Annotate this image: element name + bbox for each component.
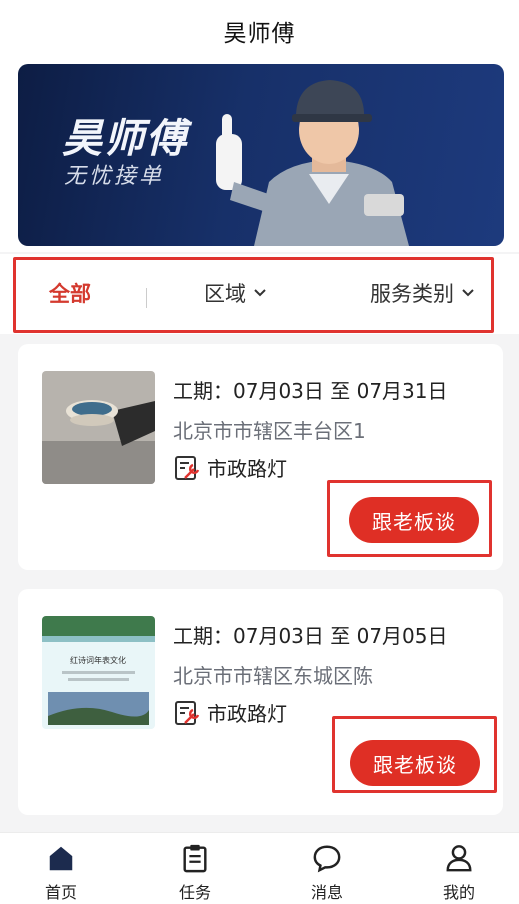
tab-home[interactable]: 首页 [26, 843, 96, 903]
order-card[interactable]: 工期：07月03日 至 07月31日 北京市市辖区丰台区1 市政路灯 跟老板谈 [18, 344, 503, 570]
banner-section: 昊师傅 无忧接单 [0, 62, 519, 252]
wrench-document-icon [175, 455, 200, 480]
order-address: 北京市市辖区东城区陈 [173, 664, 373, 688]
thumbnail-doc-heading: 红诗词年表文化 [70, 655, 126, 665]
order-category: 市政路灯 [173, 698, 287, 727]
bottom-tab-bar: 首页 任务 消息 我的 [0, 832, 519, 904]
filter-service-dropdown[interactable]: 服务类别 [370, 278, 474, 308]
order-address: 北京市市辖区丰台区1 [173, 419, 366, 443]
filter-all-tab[interactable]: 全部 [49, 278, 91, 308]
tab-mine[interactable]: 我的 [424, 843, 494, 903]
tab-tasks[interactable]: 任务 [160, 843, 230, 903]
chat-icon [313, 845, 341, 873]
tab-home-label: 首页 [44, 883, 77, 902]
order-category: 市政路灯 [173, 453, 287, 482]
user-icon [446, 845, 472, 872]
order-category-label: 市政路灯 [207, 702, 287, 726]
filter-service-label: 服务类别 [370, 282, 454, 306]
order-period: 工期：07月03日 至 07月31日 [173, 379, 448, 403]
page-header: 昊师傅 [0, 0, 519, 62]
filter-bar: 全部 区域 服务类别 [0, 254, 519, 334]
filter-region-label: 区域 [204, 282, 246, 306]
banner-title: 昊师傅 [62, 116, 188, 162]
tab-messages[interactable]: 消息 [292, 843, 362, 903]
order-thumbnail: 红诗词年表文化 [42, 616, 155, 729]
tab-messages-label: 消息 [310, 883, 343, 902]
banner-subtitle: 无忧接单 [64, 164, 165, 189]
tab-tasks-label: 任务 [178, 883, 211, 902]
chevron-down-icon [462, 289, 474, 297]
home-icon [49, 846, 73, 871]
talk-to-boss-button[interactable]: 跟老板谈 [349, 497, 479, 543]
clipboard-icon [183, 844, 207, 873]
page-title: 昊师傅 [223, 21, 296, 47]
chevron-down-icon [254, 289, 266, 297]
worker-illustration [216, 80, 409, 246]
order-thumbnail [42, 371, 155, 484]
order-card[interactable]: 红诗词年表文化 工期：07月03日 至 07月05日 北京市市辖区东城区陈 市政… [18, 589, 503, 815]
filter-divider [146, 288, 147, 308]
talk-to-boss-button[interactable]: 跟老板谈 [350, 740, 480, 786]
wrench-document-icon [175, 700, 200, 725]
tab-mine-label: 我的 [442, 883, 475, 902]
filter-region-dropdown[interactable]: 区域 [204, 278, 266, 308]
order-category-label: 市政路灯 [207, 457, 287, 481]
filter-all-label: 全部 [49, 282, 91, 306]
order-period: 工期：07月03日 至 07月05日 [173, 624, 448, 648]
promo-banner[interactable]: 昊师傅 无忧接单 [18, 64, 504, 246]
